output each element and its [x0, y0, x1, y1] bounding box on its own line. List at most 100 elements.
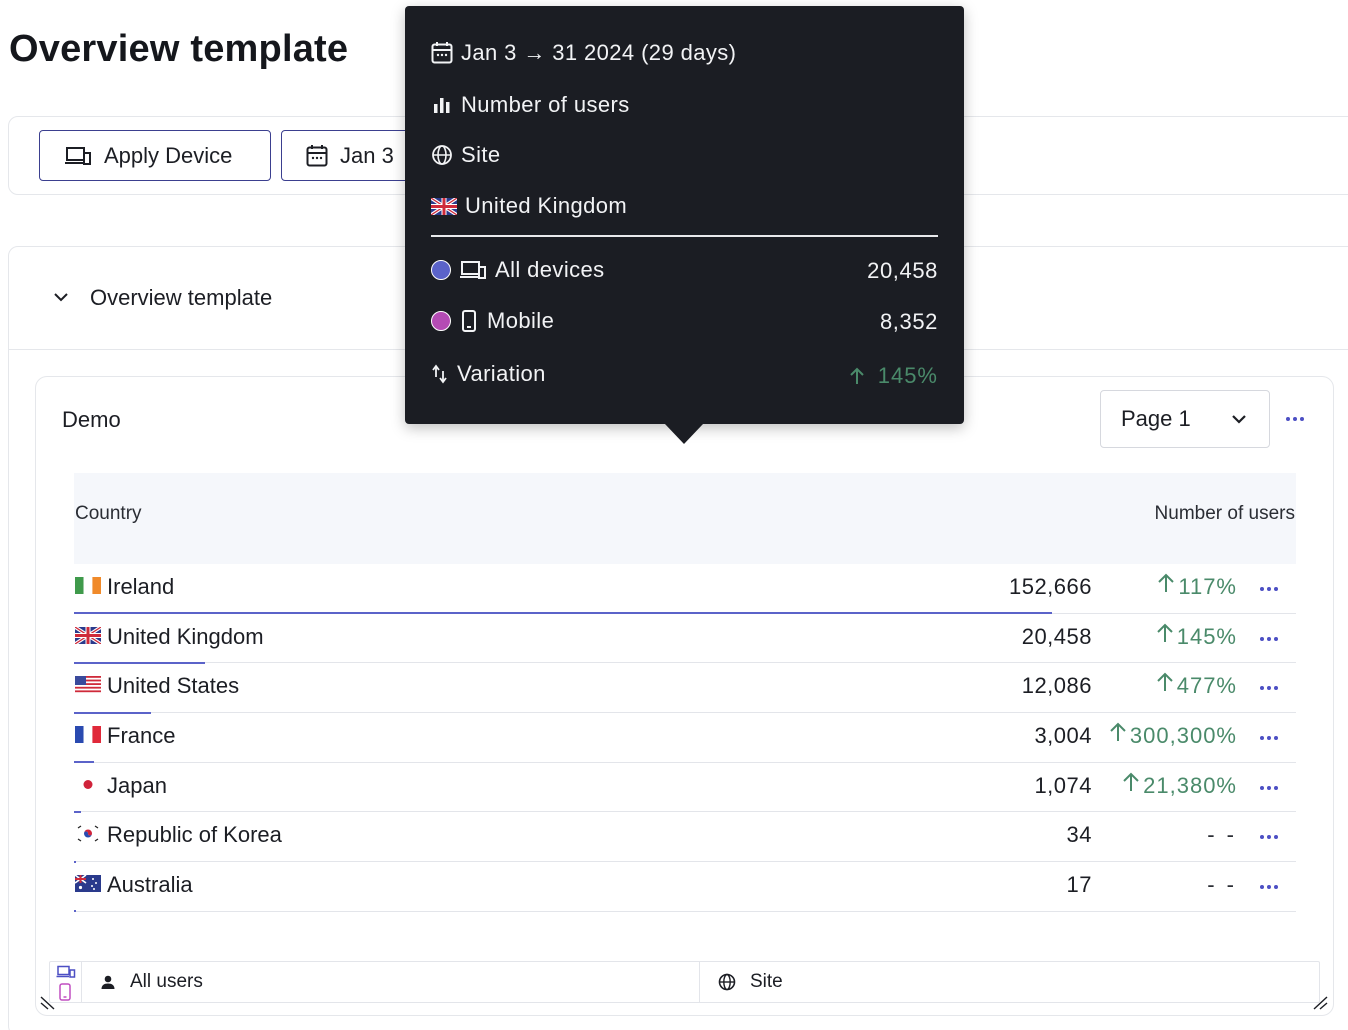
tooltip-variation-value: 145%: [848, 363, 938, 389]
tooltip-date-row: Jan 3 → 31 2024 (29 days): [431, 40, 736, 66]
series-color-dot: [431, 311, 451, 331]
scope-label: Site: [750, 971, 783, 992]
mobile-icon: [462, 310, 476, 332]
user-icon: [101, 975, 115, 989]
swap-vertical-icon: [432, 364, 447, 384]
table-row[interactable]: Republic of Korea 34 - -: [74, 812, 1296, 863]
series-value: 20,458: [867, 258, 938, 283]
tooltip-variation-row: Variation: [431, 361, 546, 387]
country-table: Country Number of users Ireland 152,666 …: [74, 473, 1296, 913]
bar-chart-icon: [434, 98, 450, 113]
table-row[interactable]: Japan 1,074 21,380%: [74, 763, 1296, 813]
page-title: Overview template: [9, 28, 349, 70]
arrow-up-icon: [1158, 573, 1175, 592]
france-flag-icon: [75, 726, 101, 744]
variation-value: 117%: [1156, 573, 1237, 600]
users-value: 1,074: [1034, 772, 1092, 798]
arrow-up-icon: [1110, 722, 1126, 742]
country-name: United States: [107, 673, 240, 699]
tooltip-series-mobile: Mobile: [431, 308, 554, 334]
series-label: Mobile: [487, 308, 555, 333]
devices-icon: [460, 261, 486, 279]
tooltip-country: United Kingdom: [465, 193, 628, 218]
date-range-label: Jan 3: [340, 142, 394, 168]
segment-label: All users: [130, 971, 203, 992]
table-row[interactable]: France 3,004 300,300%: [74, 713, 1296, 764]
tooltip-date-range: Jan 3 → 31 2024 (29 days): [461, 40, 737, 65]
calendar-icon: [306, 144, 328, 166]
uk-flag-icon: [75, 626, 101, 644]
globe-icon: [432, 145, 452, 165]
page-select[interactable]: Page 1: [1100, 390, 1270, 448]
uk-flag-icon: [431, 197, 457, 215]
arrow-up-icon: [1157, 672, 1173, 692]
variation-value: - -: [1207, 872, 1237, 898]
segment-selector[interactable]: All users: [82, 962, 700, 1002]
devices-icon: [56, 965, 76, 978]
series-label: All devices: [495, 257, 605, 282]
row-more-icon[interactable]: [1257, 879, 1281, 895]
column-header-country[interactable]: Country: [75, 503, 142, 525]
table-row[interactable]: United States 12,086 477%: [74, 663, 1296, 714]
page-select-value: Page 1: [1121, 406, 1191, 431]
variation-value: - -: [1207, 822, 1237, 848]
apply-device-label: Apply Device: [104, 142, 233, 168]
korea-flag-icon: [75, 825, 101, 843]
country-name: France: [107, 723, 176, 749]
calendar-icon: [431, 42, 453, 64]
users-value: 12,086: [1021, 673, 1092, 699]
widget-footer: All users Site: [49, 961, 1320, 1003]
table-row[interactable]: United Kingdom 20,458 145%: [74, 614, 1296, 664]
row-more-icon[interactable]: [1257, 680, 1281, 696]
table-row[interactable]: Ireland 152,666 117%: [74, 564, 1296, 615]
users-value: 34: [1066, 822, 1092, 848]
users-value: 17: [1066, 872, 1092, 898]
resize-handle-left-icon[interactable]: [40, 994, 56, 1010]
country-name: Republic of Korea: [107, 822, 282, 848]
country-name: United Kingdom: [107, 623, 264, 649]
row-more-icon[interactable]: [1257, 631, 1281, 647]
scope-selector[interactable]: Site: [700, 962, 783, 1002]
ireland-flag-icon: [75, 577, 101, 594]
users-value: 152,666: [1008, 574, 1092, 599]
mobile-icon: [59, 983, 71, 1001]
row-more-icon[interactable]: [1257, 730, 1281, 746]
widget-more-icon[interactable]: [1283, 411, 1307, 427]
series-value: 8,352: [879, 309, 938, 334]
users-value: 3,004: [1034, 723, 1092, 749]
resize-handle-right-icon[interactable]: [1312, 994, 1328, 1010]
row-more-icon[interactable]: [1257, 581, 1281, 597]
variation-value: 21,380%: [1121, 772, 1237, 799]
row-more-icon[interactable]: [1257, 829, 1281, 845]
column-header-users[interactable]: Number of users: [1155, 503, 1295, 525]
globe-icon: [718, 973, 736, 991]
variation-value: 300,300%: [1108, 722, 1237, 749]
chevron-down-icon[interactable]: [53, 289, 69, 305]
series-color-dot: [431, 260, 451, 280]
country-name: Australia: [107, 872, 193, 898]
variation-value: 145%: [1155, 623, 1237, 650]
tooltip-metric: Number of users: [461, 92, 630, 117]
tooltip-scope: Site: [461, 142, 501, 167]
tooltip-country-row: United Kingdom: [431, 193, 627, 219]
country-name: Japan: [107, 772, 167, 798]
tooltip-metric-row: Number of users: [431, 92, 630, 118]
country-name: Ireland: [107, 574, 175, 599]
apply-device-button[interactable]: Apply Device: [39, 130, 271, 181]
variation-value: 477%: [1155, 672, 1237, 699]
arrow-up-icon: [850, 367, 864, 384]
us-flag-icon: [75, 676, 101, 694]
tooltip-scope-row: Site: [431, 142, 501, 168]
variation-label: Variation: [457, 361, 546, 386]
row-more-icon[interactable]: [1257, 780, 1281, 796]
users-value: 20,458: [1021, 623, 1092, 649]
widget-title: Demo: [62, 407, 121, 432]
table-header: Country Number of users: [74, 473, 1296, 564]
chart-tooltip: Jan 3 → 31 2024 (29 days) Number of user…: [405, 6, 964, 444]
japan-flag-icon: [75, 775, 101, 793]
chevron-down-icon: [1232, 415, 1246, 424]
tooltip-series-all-devices: All devices: [431, 257, 605, 283]
tooltip-divider: [431, 235, 938, 237]
table-row[interactable]: Australia 17 - -: [74, 862, 1296, 913]
arrow-up-icon: [1157, 623, 1173, 642]
